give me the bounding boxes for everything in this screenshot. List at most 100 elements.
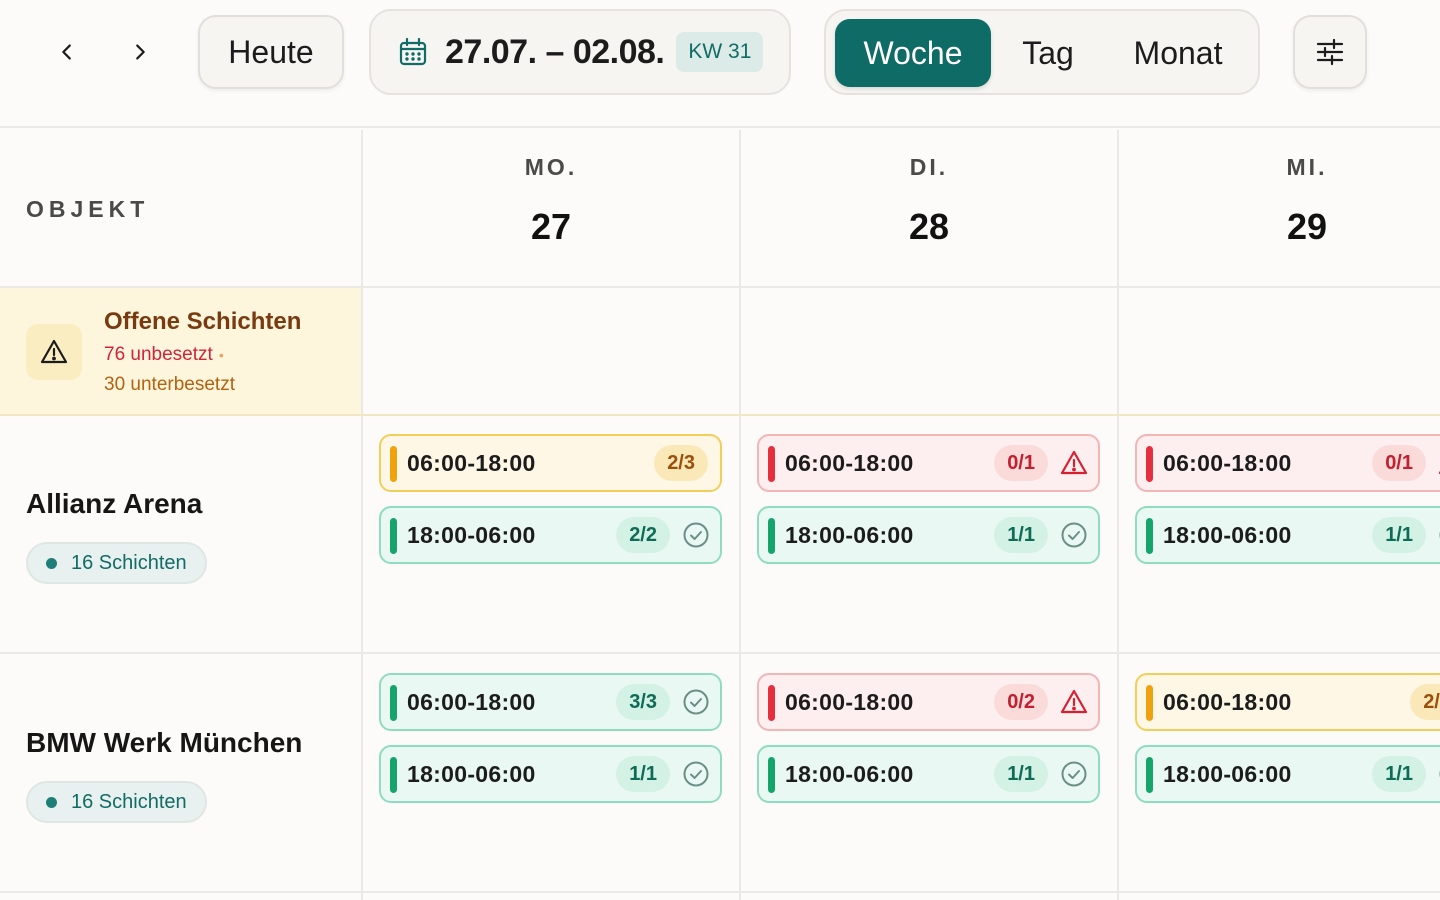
warning-tile [26, 324, 82, 380]
sliders-icon [1316, 38, 1344, 66]
chevron-right-icon [136, 44, 145, 60]
shift-card[interactable]: 06:00-18:00 2/3 [379, 434, 722, 492]
shift-card[interactable]: 06:00-18:00 0/2 [757, 673, 1100, 731]
staffing-count-badge: 2/3 [1410, 684, 1440, 720]
shift-card[interactable]: 06:00-18:00 3/3 [379, 673, 722, 731]
staffing-count-badge: 0/1 [994, 445, 1048, 481]
unfilled-count: 76 unbesetzt • [104, 344, 224, 366]
status-bar [1146, 446, 1153, 482]
date-range-text: 27.07. – 02.08. [445, 32, 665, 71]
shift-time: 06:00-18:00 [407, 688, 536, 715]
shift-count-text: 16 Schichten [71, 551, 187, 574]
shift-time: 18:00-06:00 [785, 760, 914, 787]
object-column-header: OBJEKT [26, 196, 150, 222]
day-name: MI. [1286, 154, 1328, 180]
staffing-count-badge: 1/1 [1372, 756, 1426, 792]
status-bar [768, 757, 775, 793]
shift-time: 18:00-06:00 [1163, 521, 1292, 548]
day-header-monday[interactable]: MO. 27 [363, 130, 739, 286]
status-bar [390, 446, 397, 482]
check-circle-icon [1061, 761, 1087, 787]
shift-card[interactable]: 18:00-06:00 1/1 [1135, 745, 1440, 803]
status-bar [768, 518, 775, 554]
check-circle-icon [683, 761, 709, 787]
filter-settings-button[interactable] [1293, 15, 1367, 89]
warning-triangle-icon [40, 339, 68, 364]
status-bar [390, 518, 397, 554]
status-bar [1146, 757, 1153, 793]
unfilled-count-text: 76 unbesetzt [104, 344, 213, 365]
status-bar [768, 685, 775, 721]
shift-card[interactable]: 06:00-18:00 2/3 [1135, 673, 1440, 731]
day-number: 28 [908, 206, 950, 247]
shift-count-badge: 16 Schichten [26, 781, 207, 823]
check-circle-icon [683, 522, 709, 548]
day-name: DI. [909, 154, 949, 180]
view-option-month[interactable]: Monat [1110, 19, 1246, 87]
status-bar [390, 757, 397, 793]
open-shifts-row: Offene Schichten 76 unbesetzt • 30 unterb… [0, 288, 1440, 416]
open-shifts-title: Offene Schichten [104, 308, 302, 335]
understaffed-count: 30 unterbesetzt [104, 374, 235, 395]
warning-triangle-icon [1060, 450, 1088, 475]
check-circle-icon [1061, 522, 1087, 548]
location-name[interactable]: Allianz Arena [26, 488, 202, 520]
day-number: 29 [1286, 206, 1328, 247]
staffing-count-badge: 2/2 [616, 517, 670, 553]
status-dot [46, 557, 57, 569]
shift-card[interactable]: 18:00-06:00 1/1 [379, 745, 722, 803]
warning-triangle-icon [1060, 689, 1088, 714]
shift-card[interactable]: 18:00-06:00 2/2 [379, 506, 722, 564]
shift-time: 06:00-18:00 [407, 449, 536, 476]
status-bar [1146, 685, 1153, 721]
open-shifts-summary[interactable]: Offene Schichten 76 unbesetzt • 30 unterb… [0, 288, 361, 414]
day-number: 27 [530, 206, 572, 247]
location-name[interactable]: BMW Werk München [26, 727, 302, 759]
shift-time: 18:00-06:00 [407, 521, 536, 548]
day-header-wednesday[interactable]: MI. 29 [1119, 130, 1440, 286]
shift-time: 18:00-06:00 [407, 760, 536, 787]
staffing-count-badge: 3/3 [616, 684, 670, 720]
status-bar [390, 685, 397, 721]
staffing-count-badge: 0/1 [1372, 445, 1426, 481]
shift-time: 06:00-18:00 [785, 688, 914, 715]
view-option-day[interactable]: Tag [998, 19, 1098, 87]
location-row: BMW Werk München 16 Schichten 06:00-18:0… [0, 655, 1440, 893]
shift-card[interactable]: 18:00-06:00 1/1 [757, 506, 1100, 564]
date-range-picker[interactable]: 27.07. – 02.08. KW 31 [369, 9, 791, 95]
chevron-left-icon [62, 44, 71, 60]
view-option-week[interactable]: Woche [835, 19, 991, 87]
previous-week-button[interactable] [45, 30, 89, 74]
shift-card[interactable]: 18:00-06:00 1/1 [757, 745, 1100, 803]
staffing-count-badge: 1/1 [616, 756, 670, 792]
shift-time: 18:00-06:00 [1163, 760, 1292, 787]
location-row: Allianz Arena 16 Schichten 06:00-18:00 2/… [0, 416, 1440, 654]
view-switcher: Woche Tag Monat [824, 9, 1260, 95]
staffing-count-badge: 1/1 [994, 517, 1048, 553]
staffing-count-badge: 0/2 [994, 684, 1048, 720]
shift-card[interactable]: 06:00-18:00 0/1 [757, 434, 1100, 492]
next-week-button[interactable] [118, 30, 162, 74]
shift-time: 06:00-18:00 [785, 449, 914, 476]
calendar-icon [399, 37, 427, 66]
shift-count-badge: 16 Schichten [26, 542, 207, 584]
shift-time: 06:00-18:00 [1163, 688, 1292, 715]
shift-card[interactable]: 18:00-06:00 1/1 [1135, 506, 1440, 564]
staffing-count-badge: 1/1 [1372, 517, 1426, 553]
shift-time: 06:00-18:00 [1163, 449, 1292, 476]
status-bar [768, 446, 775, 482]
week-number-badge: KW 31 [676, 32, 764, 72]
status-bar [1146, 518, 1153, 554]
day-header-tuesday[interactable]: DI. 28 [741, 130, 1117, 286]
day-name: MO. [524, 154, 578, 180]
toolbar: Heute 27.07. – 02.08. KW 31 Woche Tag Mo… [0, 0, 1440, 128]
shift-card[interactable]: 06:00-18:00 0/1 [1135, 434, 1440, 492]
day-header-row: OBJEKT MO. 27 DI. 28 MI. 29 [0, 130, 1440, 288]
check-circle-icon [683, 689, 709, 715]
today-button[interactable]: Heute [198, 15, 344, 89]
schedule-grid: OBJEKT MO. 27 DI. 28 MI. 29 Offene Schic… [0, 130, 1440, 900]
shift-count-text: 16 Schichten [71, 790, 187, 813]
staffing-count-badge: 2/3 [654, 445, 708, 481]
shift-time: 18:00-06:00 [785, 521, 914, 548]
staffing-count-badge: 1/1 [994, 756, 1048, 792]
